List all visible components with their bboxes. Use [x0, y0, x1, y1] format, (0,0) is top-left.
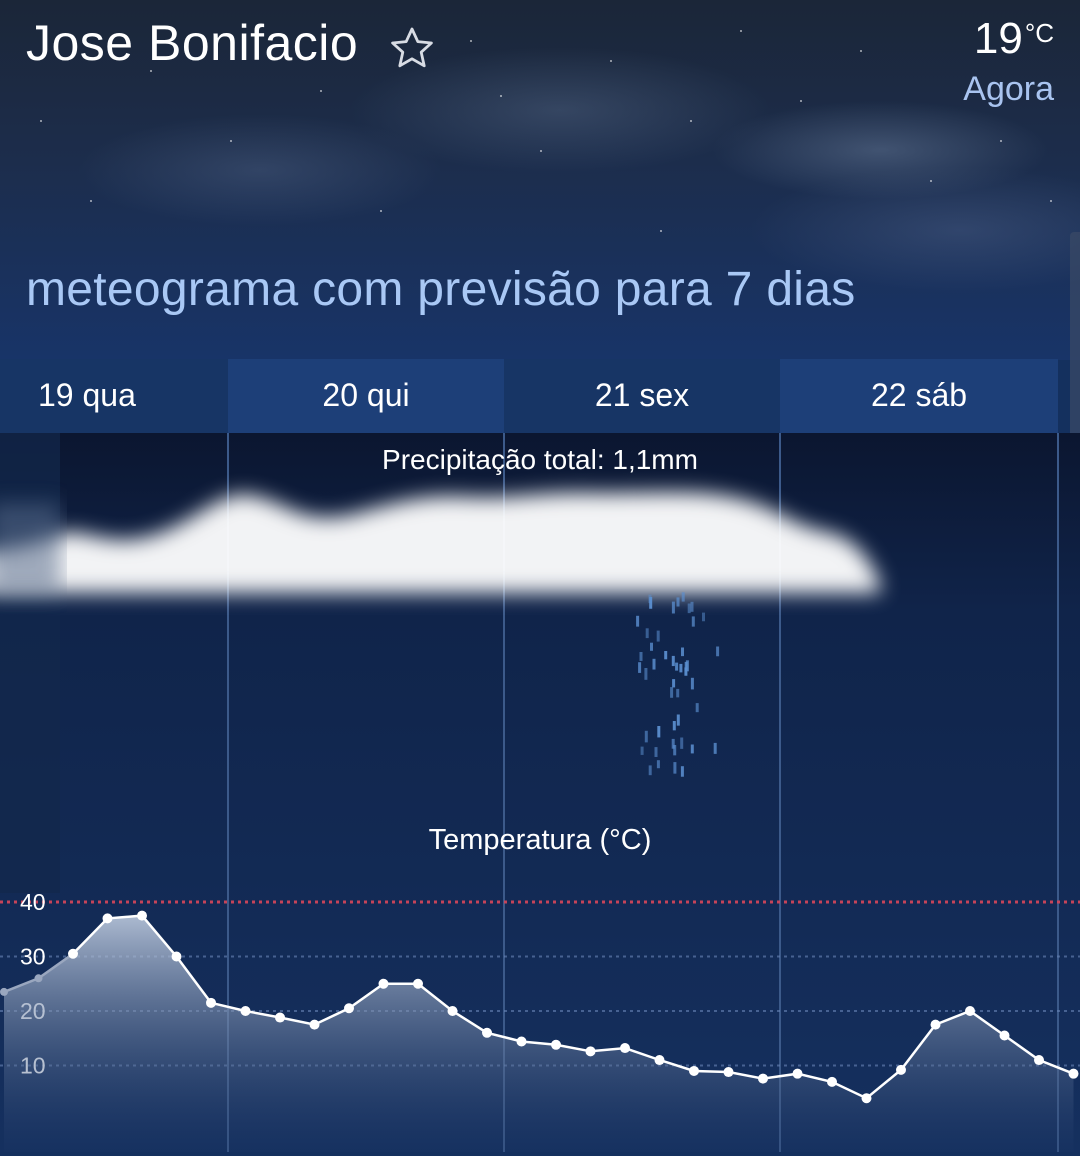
temperature-point [102, 913, 113, 924]
rain-drop [645, 628, 649, 639]
temperature-point [171, 951, 182, 962]
temperature-value: 19 [973, 14, 1023, 63]
rain-drop [691, 616, 695, 627]
day-header-3[interactable]: 22 sáb [780, 359, 1058, 433]
rain-drop [656, 630, 660, 642]
temperature-point [930, 1019, 941, 1030]
day-header-0[interactable]: 19 qua [0, 359, 228, 433]
rain-drop [652, 658, 656, 670]
rain-drop [675, 662, 679, 671]
rain-drop [639, 652, 643, 661]
rain-drop [679, 663, 683, 673]
rain-drop [654, 747, 658, 757]
temperature-point [516, 1036, 527, 1047]
temperature-point [758, 1073, 768, 1084]
rain-drop [672, 679, 676, 688]
temperature-point [861, 1093, 872, 1104]
rain-drop [656, 760, 660, 769]
rain-drop [680, 766, 684, 777]
rain-drop [676, 597, 680, 607]
temperature-point [827, 1076, 837, 1087]
cloud-band-past [0, 503, 60, 593]
temperature-point [965, 1006, 975, 1016]
temperature-point [999, 1030, 1010, 1041]
y-tick-label: 30 [20, 944, 46, 970]
temperature-point [344, 1003, 354, 1014]
temperature-point [206, 997, 216, 1008]
rain-drop [644, 730, 648, 743]
temperature-point [0, 987, 8, 996]
temperature-point [378, 978, 389, 989]
temperature-point [792, 1068, 803, 1079]
meteogram-chart[interactable]: Precipitação total: 1,1mm Temperatura (°… [0, 433, 1080, 1152]
past-overlay [0, 433, 60, 893]
rain-drop [664, 651, 668, 660]
rain-drop [648, 594, 652, 604]
rain-drop [638, 662, 642, 673]
city-name: Jose Bonifacio [26, 15, 359, 71]
temperature-point [585, 1046, 596, 1057]
temperature-point [723, 1067, 734, 1078]
temperature-point [551, 1039, 561, 1050]
time-label: Agora [963, 70, 1054, 108]
current-temperature: 19°C [974, 14, 1054, 64]
temperature-point [1068, 1068, 1079, 1079]
rain-drop [650, 642, 653, 651]
day-header-2[interactable]: 21 sex [504, 359, 780, 433]
star-outline-icon[interactable] [388, 24, 436, 72]
rain-drop [636, 615, 640, 627]
rain-drop [673, 745, 677, 756]
meteogram-title: meteograma com previsão para 7 dias [26, 263, 856, 316]
rain-drop [676, 714, 680, 726]
y-tick-label: 40 [20, 889, 46, 915]
rain-drop [671, 655, 675, 667]
temperature-unit: °C [1024, 18, 1054, 48]
temperature-point [654, 1055, 665, 1066]
rain-drop [695, 703, 699, 713]
temperature-point [413, 978, 423, 989]
rain-drop [673, 762, 677, 774]
meteogram-svg: Precipitação total: 1,1mm Temperatura (°… [0, 433, 1080, 1152]
temperature-point [240, 1006, 251, 1016]
temperature-point [620, 1043, 630, 1054]
rain-drop [640, 746, 644, 755]
rain-drop [672, 721, 676, 731]
temperature-point [689, 1065, 699, 1076]
rain-drop [702, 612, 705, 622]
temperature-point [896, 1064, 906, 1075]
rain-drop [684, 667, 688, 676]
rain-drop [671, 601, 675, 614]
rain-drop [687, 603, 691, 614]
temperature-point [137, 910, 147, 921]
rain-drop [676, 688, 680, 698]
rain-drop [690, 677, 694, 690]
temperature-point [482, 1027, 492, 1038]
rain-drop [644, 668, 648, 680]
rain-drop [690, 601, 694, 612]
rain-drop [681, 647, 684, 657]
rain-drop [716, 646, 720, 657]
rain-drop [690, 744, 694, 754]
temperature-point [68, 948, 78, 959]
rain-drop [657, 726, 661, 738]
rain-drop [713, 742, 717, 754]
rain-drop [680, 737, 684, 749]
day-tabs: 19 qua 20 qui 21 sex 22 sáb [0, 359, 1058, 433]
temperature-point [447, 1006, 458, 1016]
temperature-point [309, 1019, 320, 1030]
temperature-chart-title: Temperatura (°C) [429, 824, 652, 856]
temperature-point [1034, 1055, 1044, 1066]
day-header-1[interactable]: 20 qui [228, 359, 504, 433]
rain-drop [648, 765, 652, 776]
precipitation-total-label: Precipitação total: 1,1mm [382, 444, 698, 475]
rain-drop [681, 592, 685, 602]
temperature-point [34, 974, 43, 983]
temperature-point [275, 1012, 285, 1023]
rain-drop [670, 687, 674, 698]
